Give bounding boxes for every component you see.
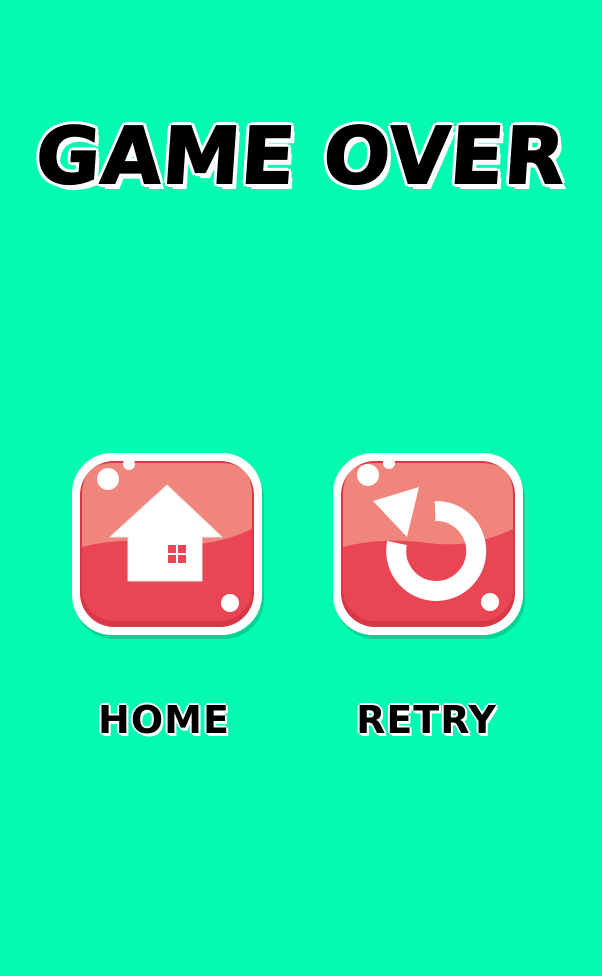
retry-button-graphic	[333, 453, 525, 639]
home-label: HOME	[98, 698, 230, 742]
home-button-graphic	[72, 453, 264, 639]
home-button[interactable]	[70, 451, 268, 643]
game-over-title: GAME OVER	[32, 111, 570, 203]
retry-button[interactable]	[331, 451, 529, 643]
game-over-screen: GAME OVER HOME RETRY	[0, 0, 602, 976]
retry-label: RETRY	[356, 698, 497, 742]
